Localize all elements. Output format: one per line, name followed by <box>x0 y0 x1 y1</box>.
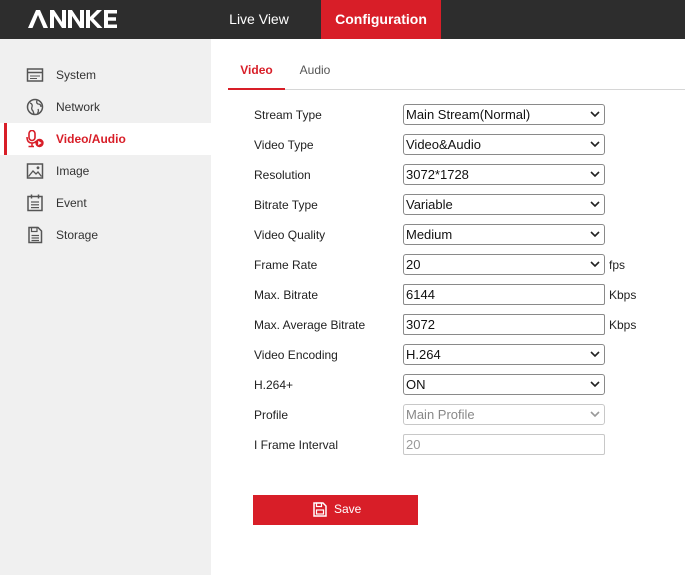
system-icon <box>26 68 44 82</box>
video-encoding-label: Video Encoding <box>254 348 338 362</box>
stream-type-select[interactable]: Main Stream(Normal) <box>403 104 605 125</box>
bitrate-type-label: Bitrate Type <box>254 198 318 212</box>
max-average-bitrate-unit: Kbps <box>609 318 637 332</box>
stream-type-row: Stream Type Main Stream(Normal) <box>254 104 674 126</box>
frame-rate-select[interactable]: 20 <box>403 254 605 275</box>
tab-video[interactable]: Video <box>228 55 285 90</box>
frame-rate-value: 20 <box>406 257 421 272</box>
h264-plus-select[interactable]: ON <box>403 374 605 395</box>
annke-logo-icon <box>28 10 117 28</box>
video-quality-row: Video Quality Medium <box>254 224 674 246</box>
image-icon <box>26 163 44 179</box>
frame-rate-row: Frame Rate 20 fps <box>254 254 674 276</box>
max-bitrate-label: Max. Bitrate <box>254 288 319 302</box>
profile-row: Profile Main Profile <box>254 404 674 426</box>
stream-type-value: Main Stream(Normal) <box>406 107 531 122</box>
i-frame-interval-label: I Frame Interval <box>254 438 339 452</box>
chevron-down-icon <box>590 261 600 268</box>
i-frame-interval-input: 20 <box>403 434 605 455</box>
video-quality-select[interactable]: Medium <box>403 224 605 245</box>
network-icon <box>26 98 44 116</box>
sidebar-item-video-audio[interactable]: Video/Audio <box>0 123 211 155</box>
chevron-down-icon <box>590 171 600 178</box>
max-bitrate-unit: Kbps <box>609 288 637 302</box>
chevron-down-icon <box>590 231 600 238</box>
max-bitrate-row: Max. Bitrate 6144 Kbps <box>254 284 674 306</box>
sidebar-item-storage[interactable]: Storage <box>0 219 211 251</box>
h264-plus-row: H.264+ ON <box>254 374 674 396</box>
h264-plus-value: ON <box>406 377 426 392</box>
storage-icon <box>28 226 43 244</box>
sidebar: System Network Video/Audio Image Event S… <box>0 39 211 575</box>
max-average-bitrate-input[interactable]: 3072 <box>403 314 605 335</box>
profile-select: Main Profile <box>403 404 605 425</box>
chevron-down-icon <box>590 141 600 148</box>
save-label: Save <box>334 502 362 516</box>
bitrate-type-row: Bitrate Type Variable <box>254 194 674 216</box>
active-indicator <box>4 123 7 155</box>
h264-plus-label: H.264+ <box>254 378 294 392</box>
max-average-bitrate-row: Max. Average Bitrate 3072 Kbps <box>254 314 674 336</box>
sidebar-item-label: Network <box>56 100 101 114</box>
max-bitrate-input[interactable]: 6144 <box>403 284 605 305</box>
nav-configuration[interactable]: Configuration <box>321 0 441 39</box>
config-tabs: Video Audio <box>228 55 685 90</box>
resolution-value: 3072*1728 <box>406 167 469 182</box>
sidebar-item-label: Storage <box>56 228 99 242</box>
resolution-row: Resolution 3072*1728 <box>254 164 674 186</box>
sidebar-item-image[interactable]: Image <box>0 155 211 187</box>
sidebar-item-system[interactable]: System <box>0 59 211 91</box>
sidebar-item-label: System <box>56 68 97 82</box>
resolution-select[interactable]: 3072*1728 <box>403 164 605 185</box>
video-type-select[interactable]: Video&Audio <box>403 134 605 155</box>
resolution-label: Resolution <box>254 168 311 182</box>
chevron-down-icon <box>590 351 600 358</box>
max-average-bitrate-label: Max. Average Bitrate <box>254 318 366 332</box>
bitrate-type-value: Variable <box>406 197 453 212</box>
tab-audio[interactable]: Audio <box>290 55 340 89</box>
chevron-down-icon <box>590 201 600 208</box>
sidebar-item-label: Video/Audio <box>56 132 126 146</box>
save-button[interactable]: Save <box>253 495 418 525</box>
video-encoding-row: Video Encoding H.264 <box>254 344 674 366</box>
i-frame-interval-row: I Frame Interval 20 <box>254 434 674 456</box>
profile-value: Main Profile <box>406 407 475 422</box>
video-type-row: Video Type Video&Audio <box>254 134 674 156</box>
video-audio-icon <box>26 130 44 148</box>
video-type-value: Video&Audio <box>406 137 481 152</box>
video-encoding-value: H.264 <box>406 347 441 362</box>
chevron-down-icon <box>590 411 600 418</box>
profile-label: Profile <box>254 408 289 422</box>
sidebar-item-label: Event <box>56 196 87 210</box>
top-bar: Live View Configuration <box>0 0 685 39</box>
sidebar-item-label: Image <box>56 164 90 178</box>
chevron-down-icon <box>590 111 600 118</box>
video-type-label: Video Type <box>254 138 314 152</box>
frame-rate-unit: fps <box>609 258 626 272</box>
event-icon <box>27 194 43 212</box>
save-icon <box>313 502 327 517</box>
stream-type-label: Stream Type <box>254 108 322 122</box>
brand-logo <box>28 8 118 30</box>
video-quality-label: Video Quality <box>254 228 326 242</box>
video-encoding-select[interactable]: H.264 <box>403 344 605 365</box>
sidebar-item-event[interactable]: Event <box>0 187 211 219</box>
nav-live-view[interactable]: Live View <box>213 0 305 39</box>
video-quality-value: Medium <box>406 227 453 242</box>
frame-rate-label: Frame Rate <box>254 258 318 272</box>
chevron-down-icon <box>590 381 600 388</box>
bitrate-type-select[interactable]: Variable <box>403 194 605 215</box>
sidebar-item-network[interactable]: Network <box>0 91 211 123</box>
